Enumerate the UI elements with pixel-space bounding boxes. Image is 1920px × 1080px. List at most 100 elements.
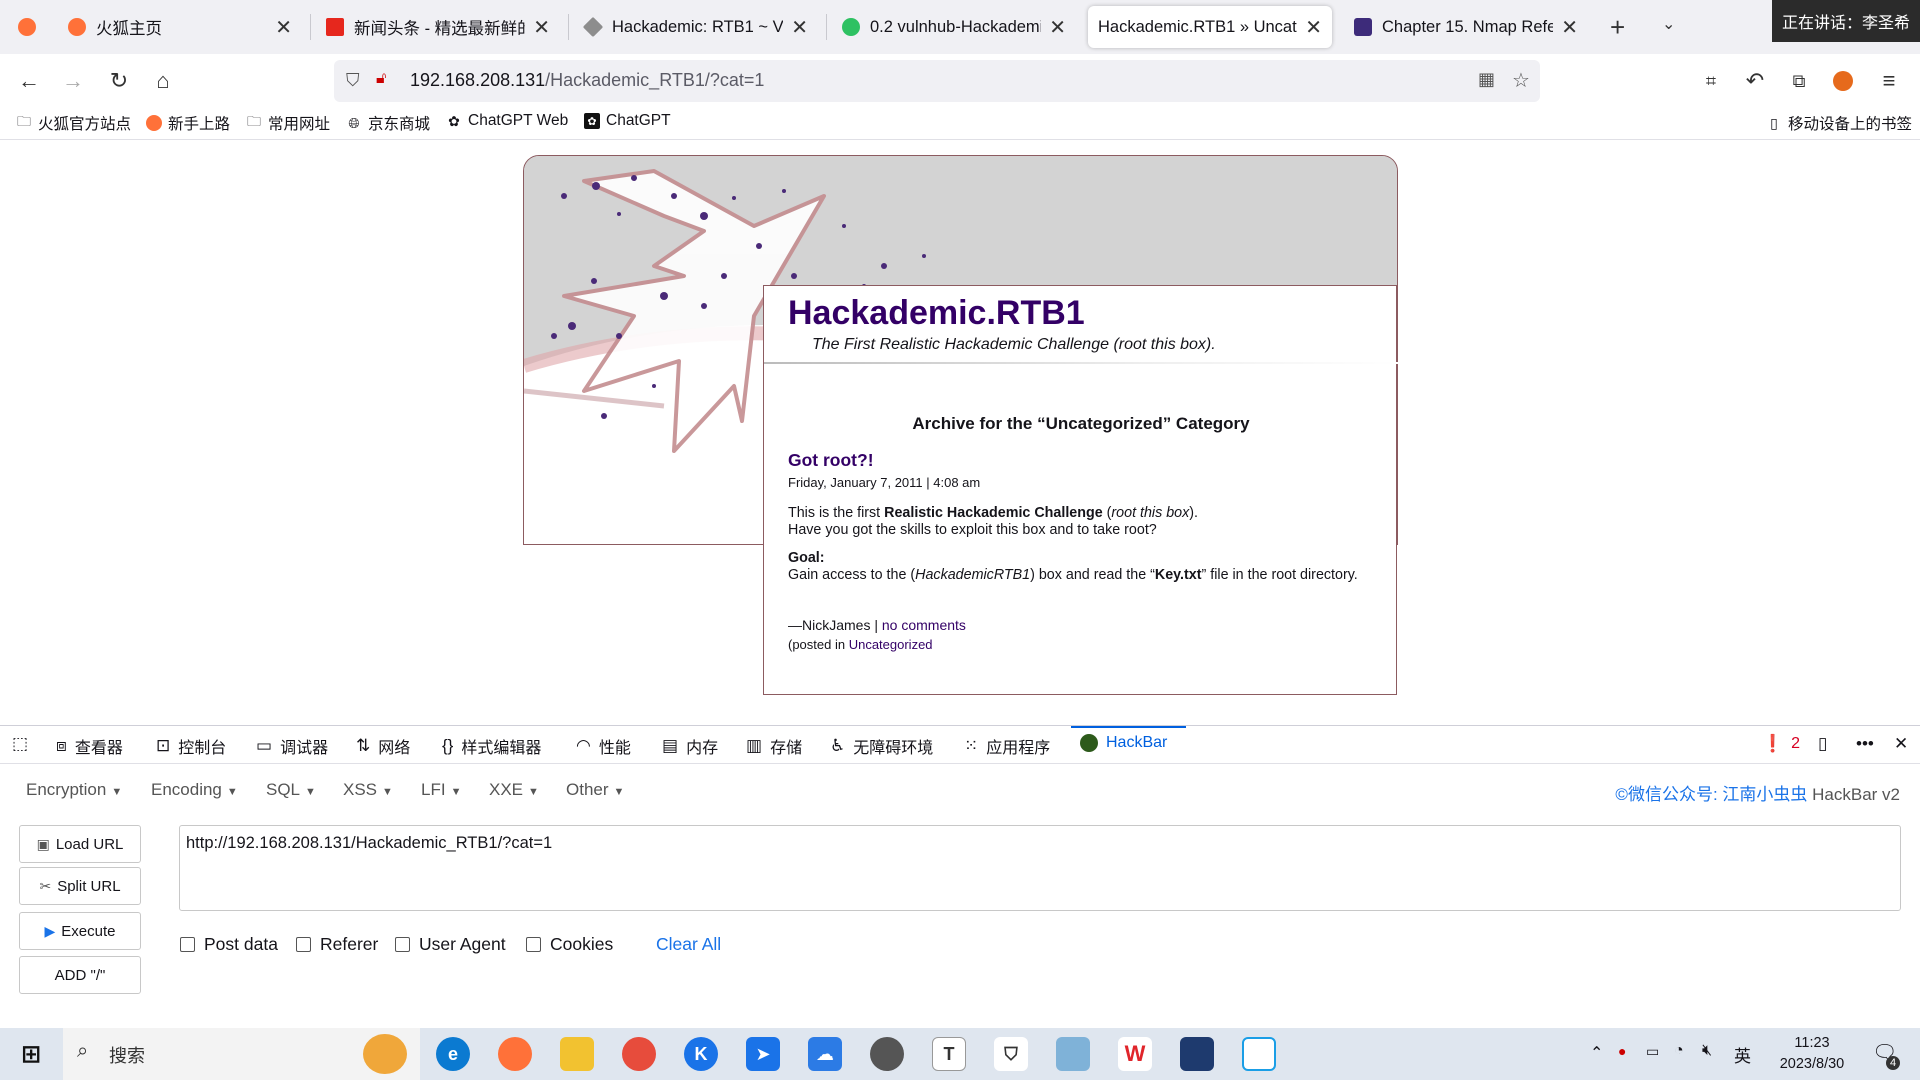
close-icon[interactable]: ✕ — [533, 15, 550, 40]
taskbar-search[interactable]: ⌕ 搜索 — [63, 1028, 420, 1080]
edge-icon[interactable]: e — [436, 1037, 470, 1071]
back-arrow-icon[interactable]: ← — [14, 66, 44, 96]
error-count[interactable]: ❗ 2 — [1762, 734, 1800, 754]
element-picker-icon[interactable]: ⬚ — [12, 734, 36, 754]
user-agent-checkbox[interactable]: User Agent — [395, 934, 506, 955]
menu-xss[interactable]: XSS ▼ — [343, 780, 393, 800]
file-explorer-icon[interactable] — [560, 1037, 594, 1071]
tab-debugger[interactable]: ▭ 调试器 — [256, 734, 328, 758]
kali-dragon-icon[interactable] — [870, 1037, 904, 1071]
add-slash-button[interactable]: ADD "/" — [19, 956, 141, 994]
hackbar-url-textarea[interactable]: http://192.168.208.131/Hackademic_RTB1/?… — [179, 825, 1901, 911]
tab-application[interactable]: ⁙ 应用程序 — [964, 734, 1050, 758]
tab-nmap[interactable]: Chapter 15. Nmap Referen ✕ — [1344, 6, 1588, 48]
address-bar[interactable]: ⛉ 🔓︎ 192.168.208.131/Hackademic_RTB1/?ca… — [334, 60, 1540, 102]
execute-button[interactable]: ▶ Execute — [19, 912, 141, 950]
close-devtools-icon[interactable]: ✕ — [1894, 734, 1916, 754]
console-icon: ⊡ — [156, 736, 171, 755]
shield-icon[interactable]: ⛉ — [346, 70, 360, 91]
new-tab-plus-icon[interactable]: + — [1610, 12, 1625, 43]
volume-muted-icon[interactable]: 🔇︎ — [1702, 1042, 1712, 1060]
dock-side-icon[interactable]: ▯ — [1818, 734, 1835, 754]
k-app-icon[interactable]: K — [684, 1037, 718, 1071]
ime-indicator[interactable]: 英 — [1734, 1042, 1751, 1067]
firefox-view-tab[interactable] — [8, 6, 48, 48]
tab-storage[interactable]: ▥ 存储 — [746, 734, 802, 758]
profile-avatar-icon[interactable] — [1828, 66, 1858, 96]
tab-network[interactable]: ⇅ 网络 — [356, 734, 410, 758]
wps-icon[interactable]: W — [1118, 1037, 1152, 1071]
bookmark-common-sites[interactable]: 🗀 常用网址 — [246, 112, 330, 134]
load-url-button[interactable]: ▣ Load URL — [19, 825, 141, 863]
comments-link[interactable]: no comments — [882, 617, 966, 633]
more-options-icon[interactable]: ••• — [1856, 734, 1882, 754]
menu-encryption[interactable]: Encryption ▼ — [26, 780, 122, 800]
tab-accessibility[interactable]: ♿︎ 无障碍环境 — [830, 734, 933, 758]
windows-start-icon[interactable]: ⊞ — [14, 1037, 48, 1071]
tab-writeup[interactable]: 0.2 vulnhub-Hackademic ✕ — [832, 6, 1076, 48]
home-icon[interactable]: ⌂ — [148, 66, 178, 96]
tab-performance[interactable]: ◠ 性能 — [576, 734, 631, 758]
menu-other[interactable]: Other ▼ — [566, 780, 624, 800]
tab-news[interactable]: 新闻头条 - 精选最新鲜的资讯 ✕ — [316, 6, 560, 48]
url-text[interactable]: 192.168.208.131/Hackademic_RTB1/?cat=1 — [410, 70, 764, 91]
toutiao-icon — [326, 18, 344, 36]
cloud-app-icon[interactable]: ☁ — [808, 1037, 842, 1071]
tab-style-editor[interactable]: {} 样式编辑器 — [442, 734, 541, 758]
tab-firefox-home[interactable]: 火狐主页 ✕ — [58, 6, 302, 48]
bookmark-firefox-official[interactable]: 🗀 火狐官方站点 — [16, 112, 131, 134]
split-url-button[interactable]: ✂ Split URL — [19, 867, 141, 905]
firefox-icon — [146, 115, 162, 131]
vmware-icon[interactable] — [1242, 1037, 1276, 1071]
tab-inspector[interactable]: ⧈ 查看器 — [56, 734, 123, 758]
typora-icon[interactable]: T — [932, 1037, 966, 1071]
close-icon[interactable]: ✕ — [1049, 15, 1066, 40]
reload-icon[interactable]: ↻ — [104, 66, 134, 96]
extensions-puzzle-icon[interactable]: ⧉ — [1784, 66, 1814, 96]
menu-sql[interactable]: SQL ▼ — [266, 780, 316, 800]
chevron-down-icon[interactable]: ⌄ — [1662, 14, 1675, 34]
category-link[interactable]: Uncategorized — [849, 637, 933, 652]
terminal-icon[interactable] — [1180, 1037, 1214, 1071]
firefox-icon[interactable] — [498, 1037, 532, 1071]
cookies-checkbox[interactable]: Cookies — [526, 934, 613, 955]
wifi-icon[interactable]: ◔ — [1674, 1042, 1684, 1060]
bookmark-star-icon[interactable]: ☆ — [1512, 68, 1530, 93]
tab-hackademic-active[interactable]: Hackademic.RTB1 » Uncateg ✕ — [1088, 6, 1332, 48]
tab-console[interactable]: ⊡ 控制台 — [156, 734, 226, 758]
chevron-up-icon[interactable]: ⌃ — [1590, 1043, 1603, 1063]
menu-encoding[interactable]: Encoding ▼ — [151, 780, 238, 800]
bookmark-chatgpt-web[interactable]: ✿ ChatGPT Web — [446, 112, 568, 130]
post-title-link[interactable]: Got root?! — [788, 450, 874, 471]
screenshot-crop-icon[interactable]: ⌗ — [1696, 66, 1726, 96]
security-shield-icon[interactable]: ⛉ — [994, 1037, 1028, 1071]
referer-checkbox[interactable]: Referer — [296, 934, 378, 955]
tab-memory[interactable]: ▤ 内存 — [662, 734, 718, 758]
close-icon[interactable]: ✕ — [791, 15, 808, 40]
tab-vulnhub[interactable]: Hackademic: RTB1 ~ Vuln ✕ — [574, 6, 818, 48]
battery-icon[interactable]: ▭ — [1646, 1043, 1659, 1060]
feishu-icon[interactable]: ➤ — [746, 1037, 780, 1071]
insecure-lock-icon[interactable]: 🔓︎ — [376, 70, 386, 88]
bookmark-jd[interactable]: 🌐︎ 京东商城 — [346, 112, 430, 134]
tray-app-icon[interactable]: ● — [1618, 1043, 1626, 1059]
undo-arrow-icon[interactable]: ↶ — [1740, 66, 1770, 96]
notebook-icon[interactable] — [1056, 1037, 1090, 1071]
bookmark-chatgpt[interactable]: ✿ ChatGPT — [584, 112, 671, 130]
chrome-icon[interactable] — [622, 1037, 656, 1071]
close-icon[interactable]: ✕ — [1305, 15, 1322, 40]
clear-all-link[interactable]: Clear All — [656, 934, 721, 955]
menu-xxe[interactable]: XXE ▼ — [489, 780, 539, 800]
post-data-checkbox[interactable]: Post data — [180, 934, 278, 955]
forward-arrow-icon[interactable]: → — [58, 66, 88, 96]
mobile-bookmarks[interactable]: ▯ 移动设备上的书签 — [1766, 112, 1912, 134]
tab-hackbar[interactable]: HackBar — [1080, 734, 1167, 752]
clock[interactable]: 11:23 2023/8/30 — [1770, 1033, 1854, 1075]
bookmark-getting-started[interactable]: 新手上路 — [146, 112, 230, 134]
close-icon[interactable]: ✕ — [1561, 15, 1578, 40]
site-title-link[interactable]: Hackademic.RTB1 — [788, 294, 1085, 333]
close-icon[interactable]: ✕ — [275, 15, 292, 40]
qr-code-icon[interactable]: ▦ — [1478, 69, 1495, 90]
menu-lfi[interactable]: LFI ▼ — [421, 780, 461, 800]
menu-hamburger-icon[interactable]: ≡ — [1874, 66, 1904, 96]
